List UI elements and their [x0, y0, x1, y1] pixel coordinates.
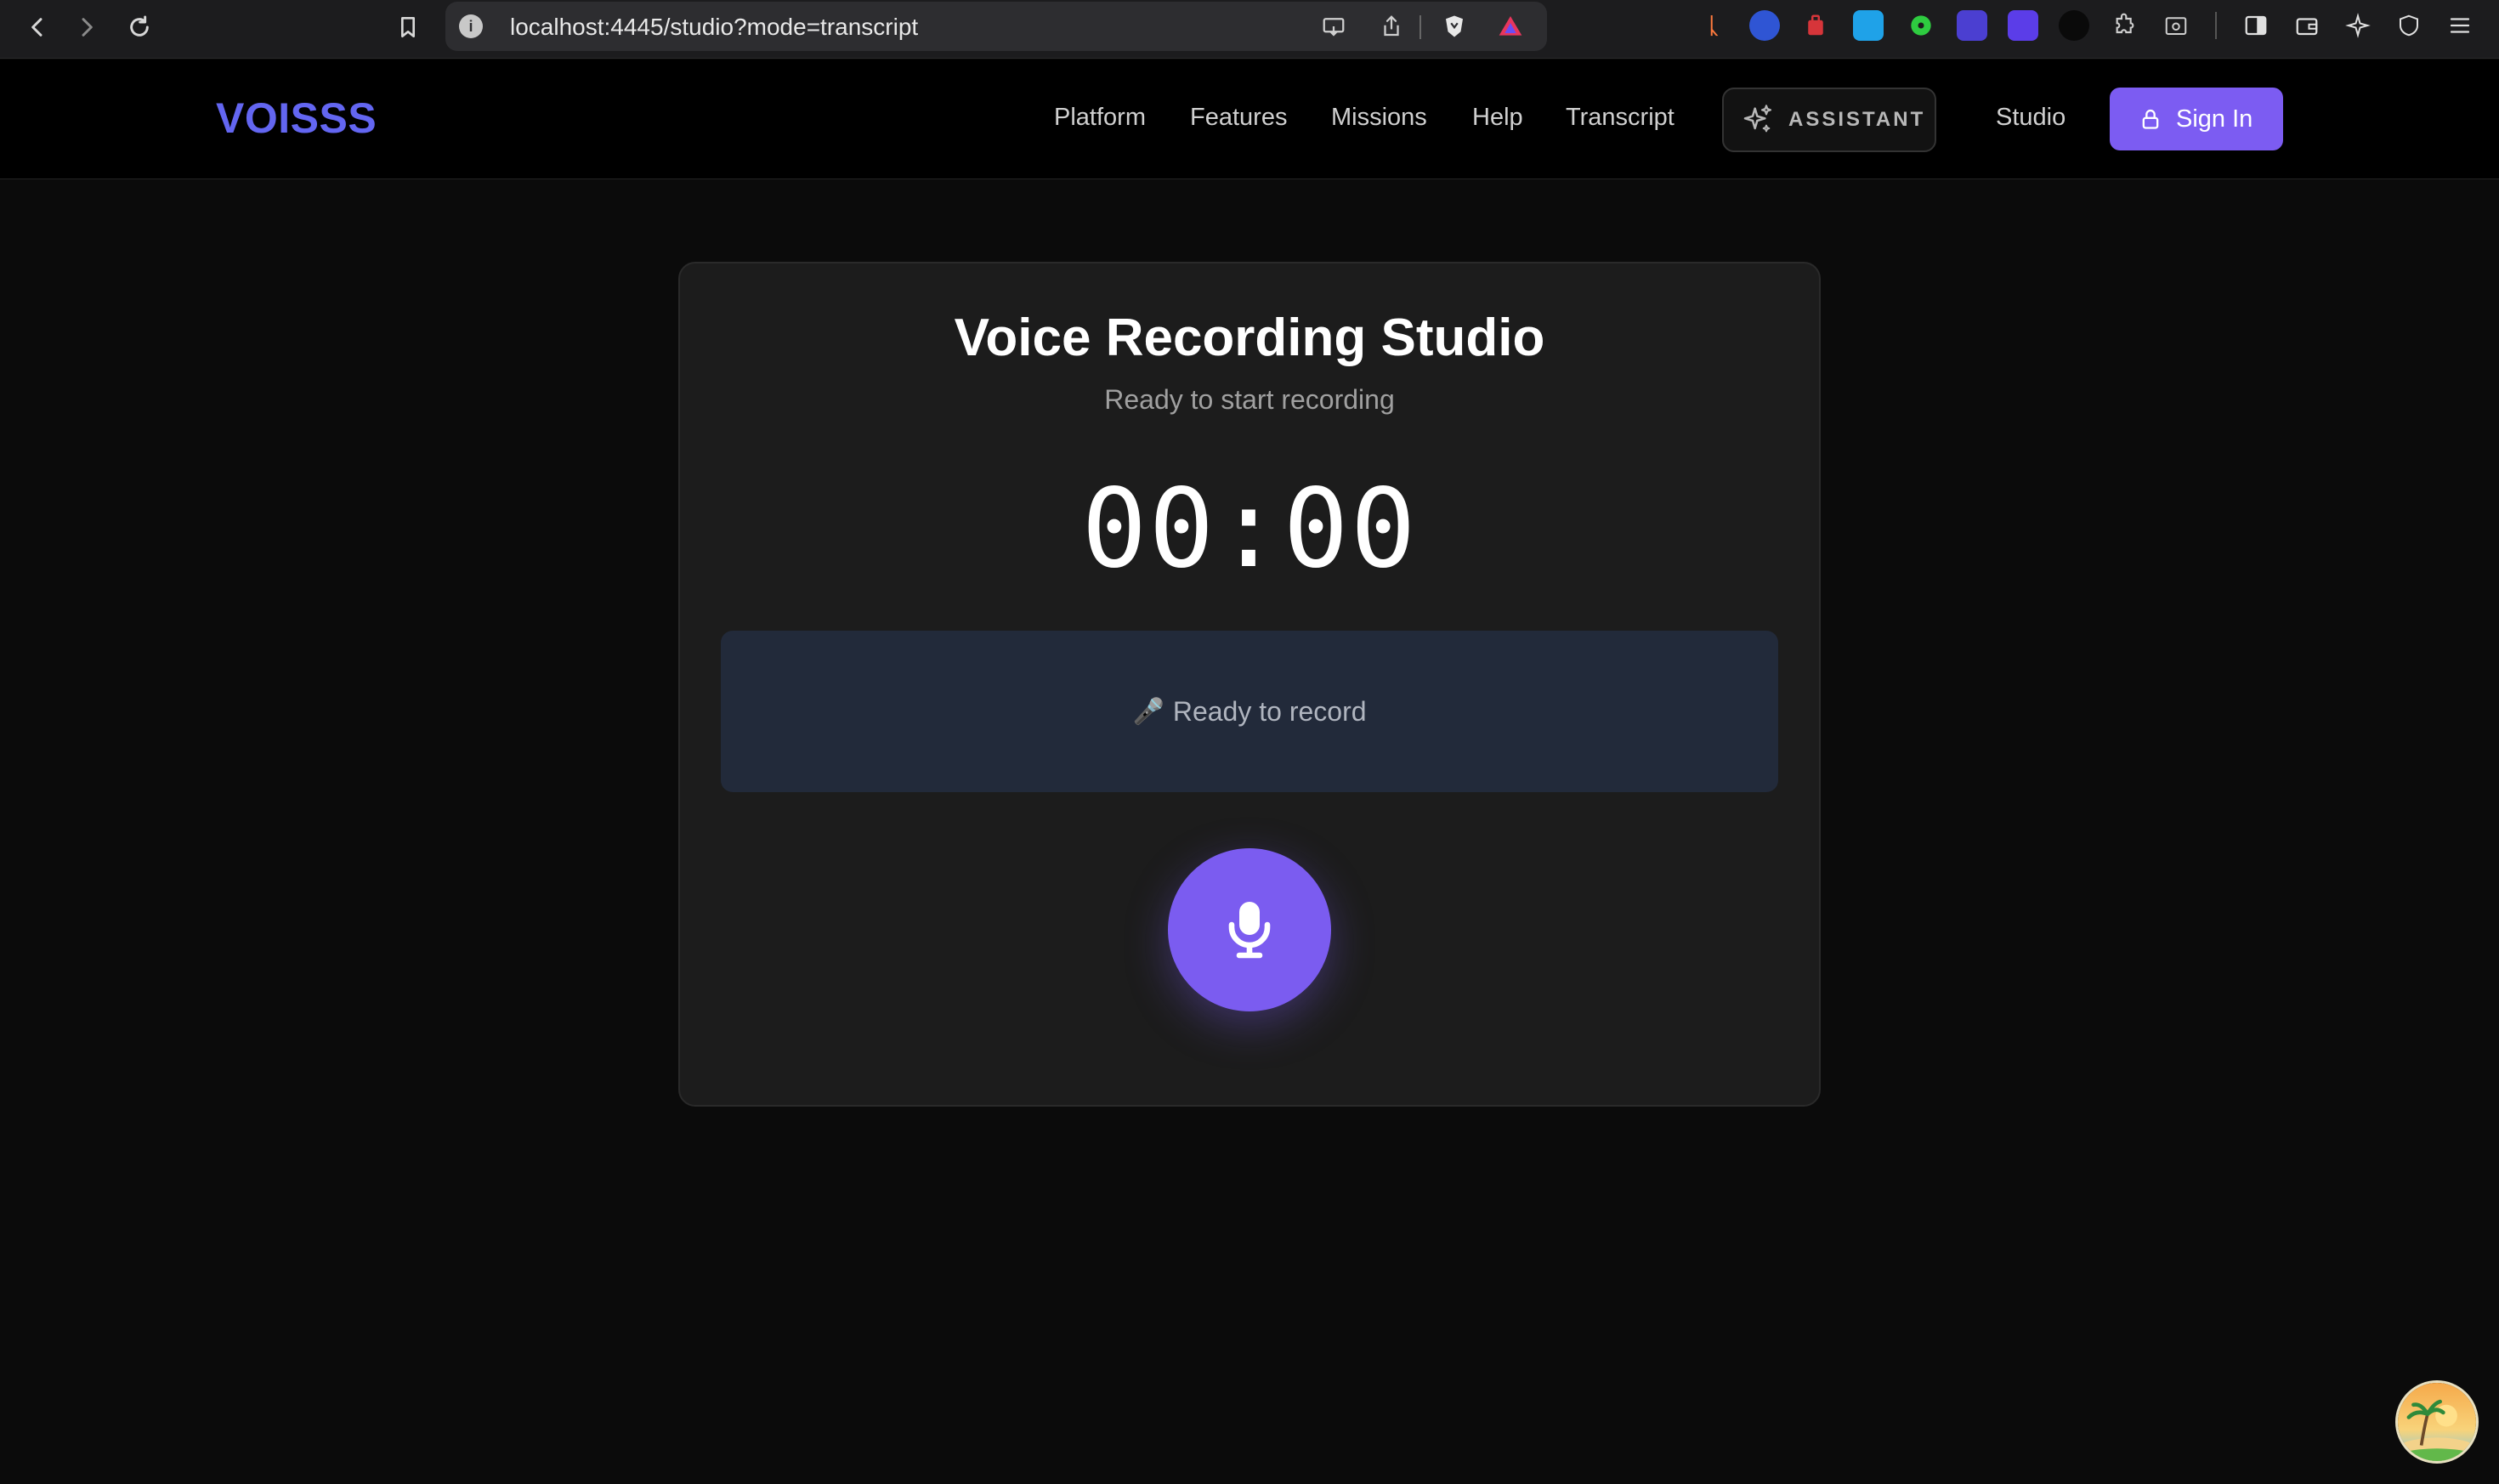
- lock-icon: [2142, 109, 2159, 129]
- recording-status: Ready to start recording: [1104, 384, 1395, 415]
- record-button[interactable]: [1168, 848, 1331, 1011]
- site-logo[interactable]: VOISSS: [216, 93, 377, 143]
- nav-help[interactable]: Help: [1472, 104, 1523, 132]
- forward-button[interactable]: [68, 8, 105, 46]
- nav-features[interactable]: Features: [1190, 104, 1287, 132]
- vpn-shield-icon[interactable]: [2394, 10, 2424, 41]
- extension-1-icon[interactable]: ᚳ: [1698, 10, 1729, 41]
- transcript-placeholder: Ready to record: [1172, 695, 1367, 727]
- reload-button[interactable]: [121, 8, 158, 46]
- brave-shield-icon[interactable]: [1440, 12, 1469, 41]
- leo-ai-icon[interactable]: [2343, 10, 2373, 41]
- back-arrow-icon: [31, 18, 42, 37]
- forward-arrow-icon: [82, 18, 93, 37]
- beach-avatar-icon: [2398, 1383, 2476, 1461]
- bookmark-button[interactable]: [389, 8, 427, 46]
- transcript-panel: 🎤 Ready to record: [721, 631, 1778, 792]
- extension-6-icon[interactable]: [1957, 10, 1987, 41]
- studio-title: Voice Recording Studio: [954, 309, 1545, 367]
- sidebar-toggle-icon[interactable]: [2241, 10, 2271, 41]
- reload-icon: [130, 15, 149, 37]
- share-icon[interactable]: [1377, 12, 1406, 41]
- site-info-icon[interactable]: i: [459, 14, 483, 38]
- bookmark-icon: [401, 17, 415, 37]
- nav-transcript[interactable]: Transcript: [1566, 104, 1674, 132]
- floating-avatar[interactable]: [2395, 1380, 2479, 1464]
- microphone-emoji-icon: 🎤: [1132, 697, 1164, 726]
- address-bar[interactable]: i localhost:4445/studio?mode=transcript: [445, 2, 1547, 51]
- recording-studio-card: Voice Recording Studio Ready to start re…: [678, 262, 1821, 1107]
- assistant-button[interactable]: ASSISTANT: [1722, 88, 1936, 152]
- wallet-icon[interactable]: [2292, 10, 2322, 41]
- menu-icon[interactable]: [2445, 10, 2475, 41]
- extensions-puzzle-icon[interactable]: [2110, 10, 2140, 41]
- site-header: VOISSS Platform Features Missions Help T…: [0, 59, 2499, 179]
- browser-toolbar: i localhost:4445/studio?mode=transcript …: [0, 0, 2499, 59]
- back-button[interactable]: [19, 8, 56, 46]
- sign-in-button[interactable]: Sign In: [2110, 88, 2283, 150]
- extension-8-icon[interactable]: [2059, 10, 2089, 41]
- extension-5-icon[interactable]: [1906, 10, 1936, 41]
- microphone-icon: [1228, 902, 1271, 959]
- url-divider: [1420, 15, 1421, 39]
- tab-search-icon[interactable]: [2161, 10, 2191, 41]
- extension-3-icon[interactable]: [1800, 10, 1831, 41]
- cast-icon[interactable]: [1319, 12, 1348, 41]
- nav-platform[interactable]: Platform: [1054, 104, 1146, 132]
- extension-7-icon[interactable]: [2008, 10, 2038, 41]
- nav-missions[interactable]: Missions: [1331, 104, 1427, 132]
- nav-studio[interactable]: Studio: [1996, 104, 2066, 132]
- extension-4-icon[interactable]: [1853, 10, 1884, 41]
- brave-rewards-icon[interactable]: [1496, 12, 1525, 41]
- assistant-label: ASSISTANT: [1788, 108, 1926, 131]
- sparkle-icon: [1743, 105, 1772, 133]
- toolbar-divider: [2215, 12, 2217, 39]
- sign-in-label: Sign In: [2176, 105, 2253, 133]
- recording-timer: 00:00: [1081, 466, 1418, 592]
- url-text[interactable]: localhost:4445/studio?mode=transcript: [510, 14, 918, 41]
- extension-2-icon[interactable]: [1749, 10, 1780, 41]
